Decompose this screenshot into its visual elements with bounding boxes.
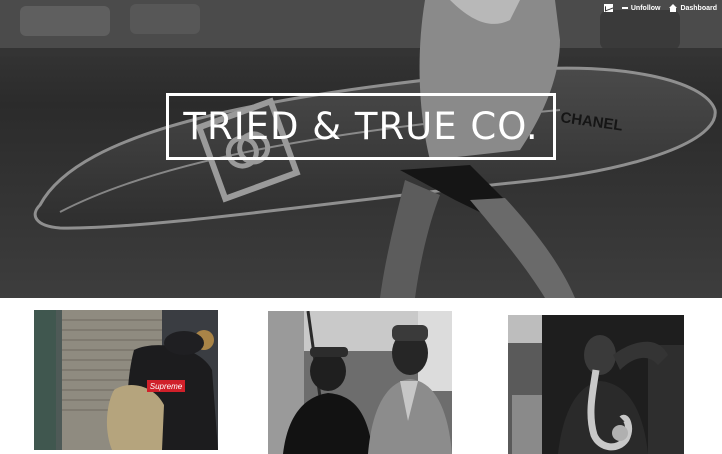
blog-title[interactable]: TRIED & TRUE CO. (166, 93, 556, 160)
post-image-2[interactable] (268, 311, 452, 454)
supreme-logo-text: Supreme (150, 382, 183, 391)
dashboard-label: Dashboard (680, 4, 717, 12)
home-icon (669, 4, 678, 12)
post-photo-saxophone (508, 315, 684, 454)
unfollow-label: Unfollow (630, 4, 661, 12)
post-photo-supreme: Supreme (34, 310, 218, 450)
header-banner: CHANEL Unfollow Dashboard TRIED & TRUE C… (0, 0, 722, 298)
unfollow-button[interactable]: Unfollow (621, 4, 661, 12)
post-image-1[interactable]: Supreme (34, 310, 218, 450)
post-image-3[interactable] (508, 315, 684, 454)
mail-icon (603, 4, 613, 12)
post-photo-train (268, 311, 452, 454)
dashboard-button[interactable]: Dashboard (669, 4, 717, 12)
minus-icon (621, 7, 628, 9)
blog-controls: Unfollow Dashboard (603, 2, 717, 14)
message-button[interactable] (603, 4, 613, 12)
